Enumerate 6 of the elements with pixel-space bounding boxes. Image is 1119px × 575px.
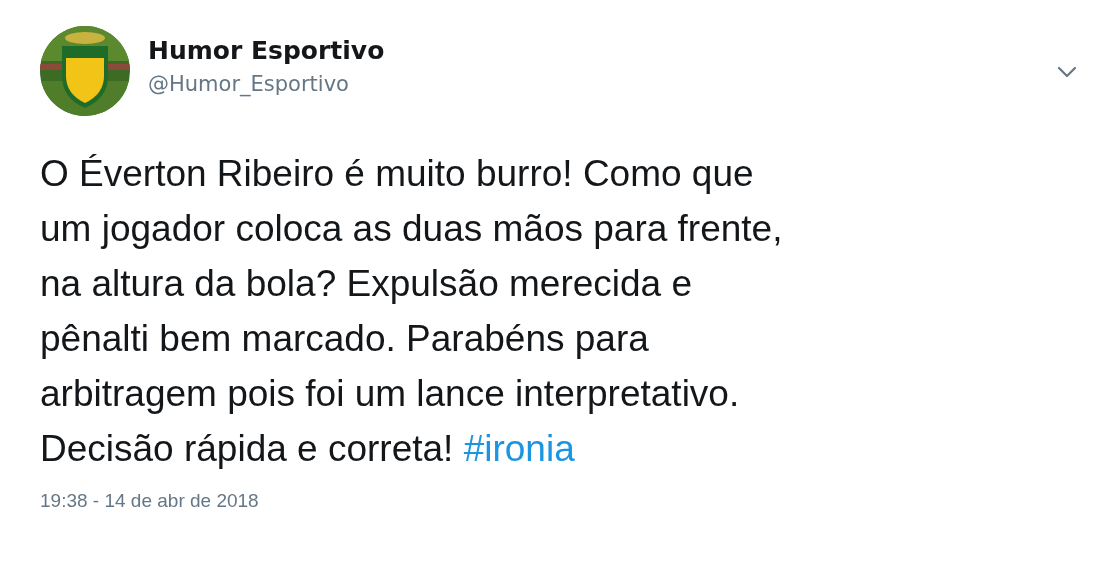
timestamp[interactable]: 19:38 - 14 de abr de 2018 — [40, 490, 259, 512]
tweet-text: O Éverton Ribeiro é muito burro! Como que um jogador coloca as duas mãos para frente, na altura da bola? Expulsão merecida e pênalti bem marcado. Parabéns para arbitragem pois foi um lance interpretativo. Decisão rápida e correta! #ironia — [40, 152, 784, 471]
author-name[interactable]: Humor Esportivo — [148, 34, 385, 68]
hashtag-link[interactable]: #ironia — [463, 428, 575, 469]
caret-icon[interactable] — [1057, 66, 1077, 78]
author-handle[interactable]: @Humor_Esportivo — [148, 70, 385, 98]
